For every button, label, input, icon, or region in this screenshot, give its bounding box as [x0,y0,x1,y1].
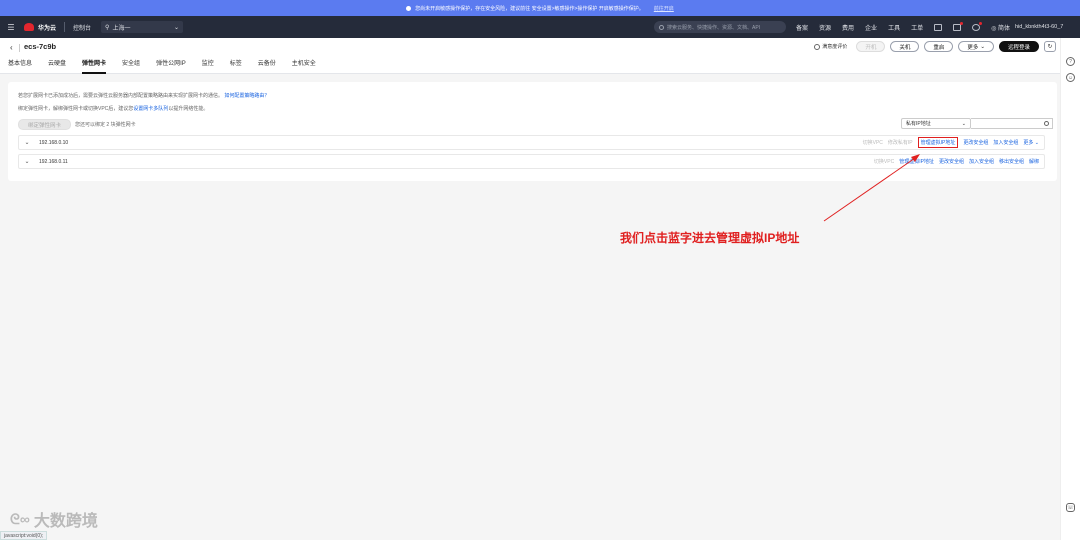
customer-service-icon[interactable]: ☏ [1066,503,1075,512]
watermark: ᘓ∞ 大数跨境 [10,507,98,531]
watermark-text: 大数跨境 [33,513,98,530]
watermark-logo-icon: ᘓ∞ [10,510,30,527]
annotation-text: 我们点击蓝字进去管理虚拟IP地址 [620,231,800,245]
help-circle-icon[interactable]: ? [1066,57,1075,66]
annotation-arrow [823,154,920,222]
feedback-smile-icon[interactable]: ☺ [1066,73,1075,82]
side-float-bar: ? ☺ ☏ [1060,38,1080,540]
browser-status-bar: javascript:void(0); [0,531,48,540]
